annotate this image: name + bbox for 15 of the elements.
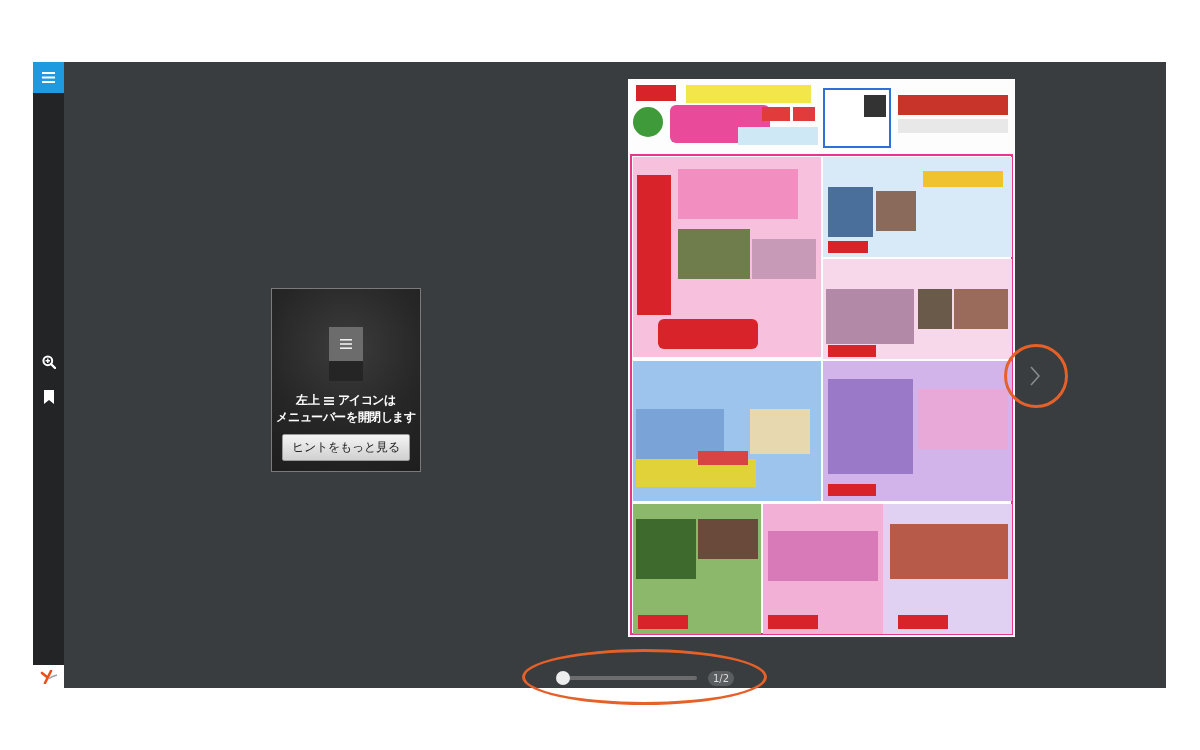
- page-indicator: 1/2: [708, 670, 735, 686]
- hint-text: アイコンは: [337, 392, 396, 409]
- page-slider-track[interactable]: [556, 671, 697, 685]
- menu-icon: [323, 396, 334, 405]
- chevron-right-icon[interactable]: [1030, 366, 1040, 386]
- logo-icon: [39, 669, 58, 684]
- bookmark-icon[interactable]: [43, 389, 54, 404]
- more-hints-button[interactable]: ヒントをもっと見る: [282, 434, 410, 461]
- hint-text: 左上: [296, 392, 320, 409]
- menu-tile-icon: [329, 327, 363, 381]
- zoom-in-icon[interactable]: [41, 354, 56, 369]
- slider-thumb[interactable]: [556, 671, 570, 685]
- hint-text: メニューバーを開閉します: [276, 409, 416, 426]
- menu-button[interactable]: [33, 62, 64, 93]
- menu-icon: [42, 72, 55, 83]
